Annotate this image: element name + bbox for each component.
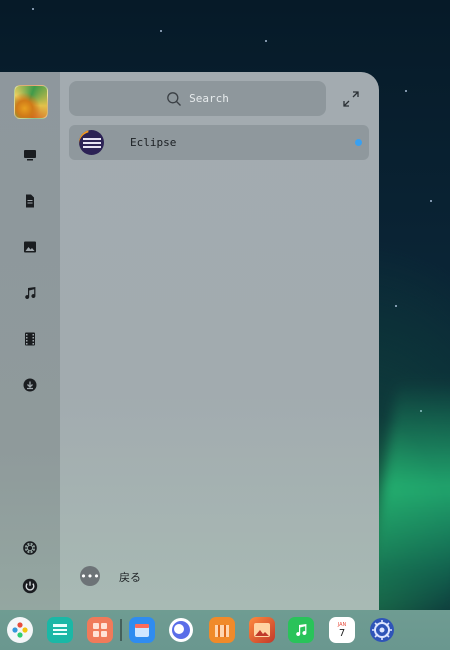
settings-icon[interactable] bbox=[369, 617, 395, 643]
launcher-main: Search Eclipse ••• 戻る bbox=[60, 72, 379, 610]
new-app-indicator bbox=[355, 139, 362, 146]
music-icon[interactable] bbox=[20, 283, 40, 303]
wallpaper-star bbox=[32, 8, 34, 10]
document-icon[interactable] bbox=[20, 191, 40, 211]
download-icon[interactable] bbox=[20, 375, 40, 395]
power-icon[interactable] bbox=[20, 576, 40, 596]
more-options-button[interactable]: ••• bbox=[80, 566, 100, 586]
app-label: Eclipse bbox=[130, 136, 177, 149]
calendar-day: 7 bbox=[338, 627, 346, 639]
wallpaper-star bbox=[265, 40, 267, 42]
search-icon bbox=[167, 91, 182, 106]
video-icon[interactable] bbox=[20, 329, 40, 349]
avatar[interactable] bbox=[14, 85, 48, 119]
app-list-item-eclipse[interactable]: Eclipse bbox=[69, 125, 369, 160]
files-icon[interactable] bbox=[47, 617, 73, 643]
browser-icon[interactable] bbox=[168, 617, 194, 643]
eclipse-app-icon bbox=[79, 130, 104, 155]
image-icon[interactable] bbox=[20, 237, 40, 257]
music-player-icon[interactable] bbox=[288, 617, 314, 643]
app-store-icon[interactable] bbox=[87, 617, 113, 643]
desktop-icon[interactable] bbox=[20, 145, 40, 165]
wallpaper-star bbox=[395, 305, 397, 307]
package-icon[interactable] bbox=[209, 617, 235, 643]
launcher-icon[interactable] bbox=[7, 617, 33, 643]
photos-icon[interactable] bbox=[249, 617, 275, 643]
wallpaper-star bbox=[405, 90, 407, 92]
back-button[interactable]: 戻る bbox=[119, 569, 141, 585]
fullscreen-toggle-button[interactable] bbox=[341, 89, 361, 109]
dock-separator bbox=[120, 619, 122, 641]
search-placeholder: Search bbox=[189, 92, 229, 105]
store-icon[interactable] bbox=[129, 617, 155, 643]
dock: JAN 7 bbox=[0, 610, 450, 650]
wallpaper-star bbox=[430, 200, 432, 202]
calendar-icon[interactable]: JAN 7 bbox=[329, 617, 355, 643]
search-input[interactable]: Search bbox=[69, 81, 326, 116]
expand-icon bbox=[343, 91, 359, 107]
launcher-sidebar bbox=[0, 72, 60, 610]
wallpaper-star bbox=[160, 30, 162, 32]
settings-icon[interactable] bbox=[20, 538, 40, 558]
launcher-panel: Search Eclipse ••• 戻る bbox=[0, 72, 379, 610]
